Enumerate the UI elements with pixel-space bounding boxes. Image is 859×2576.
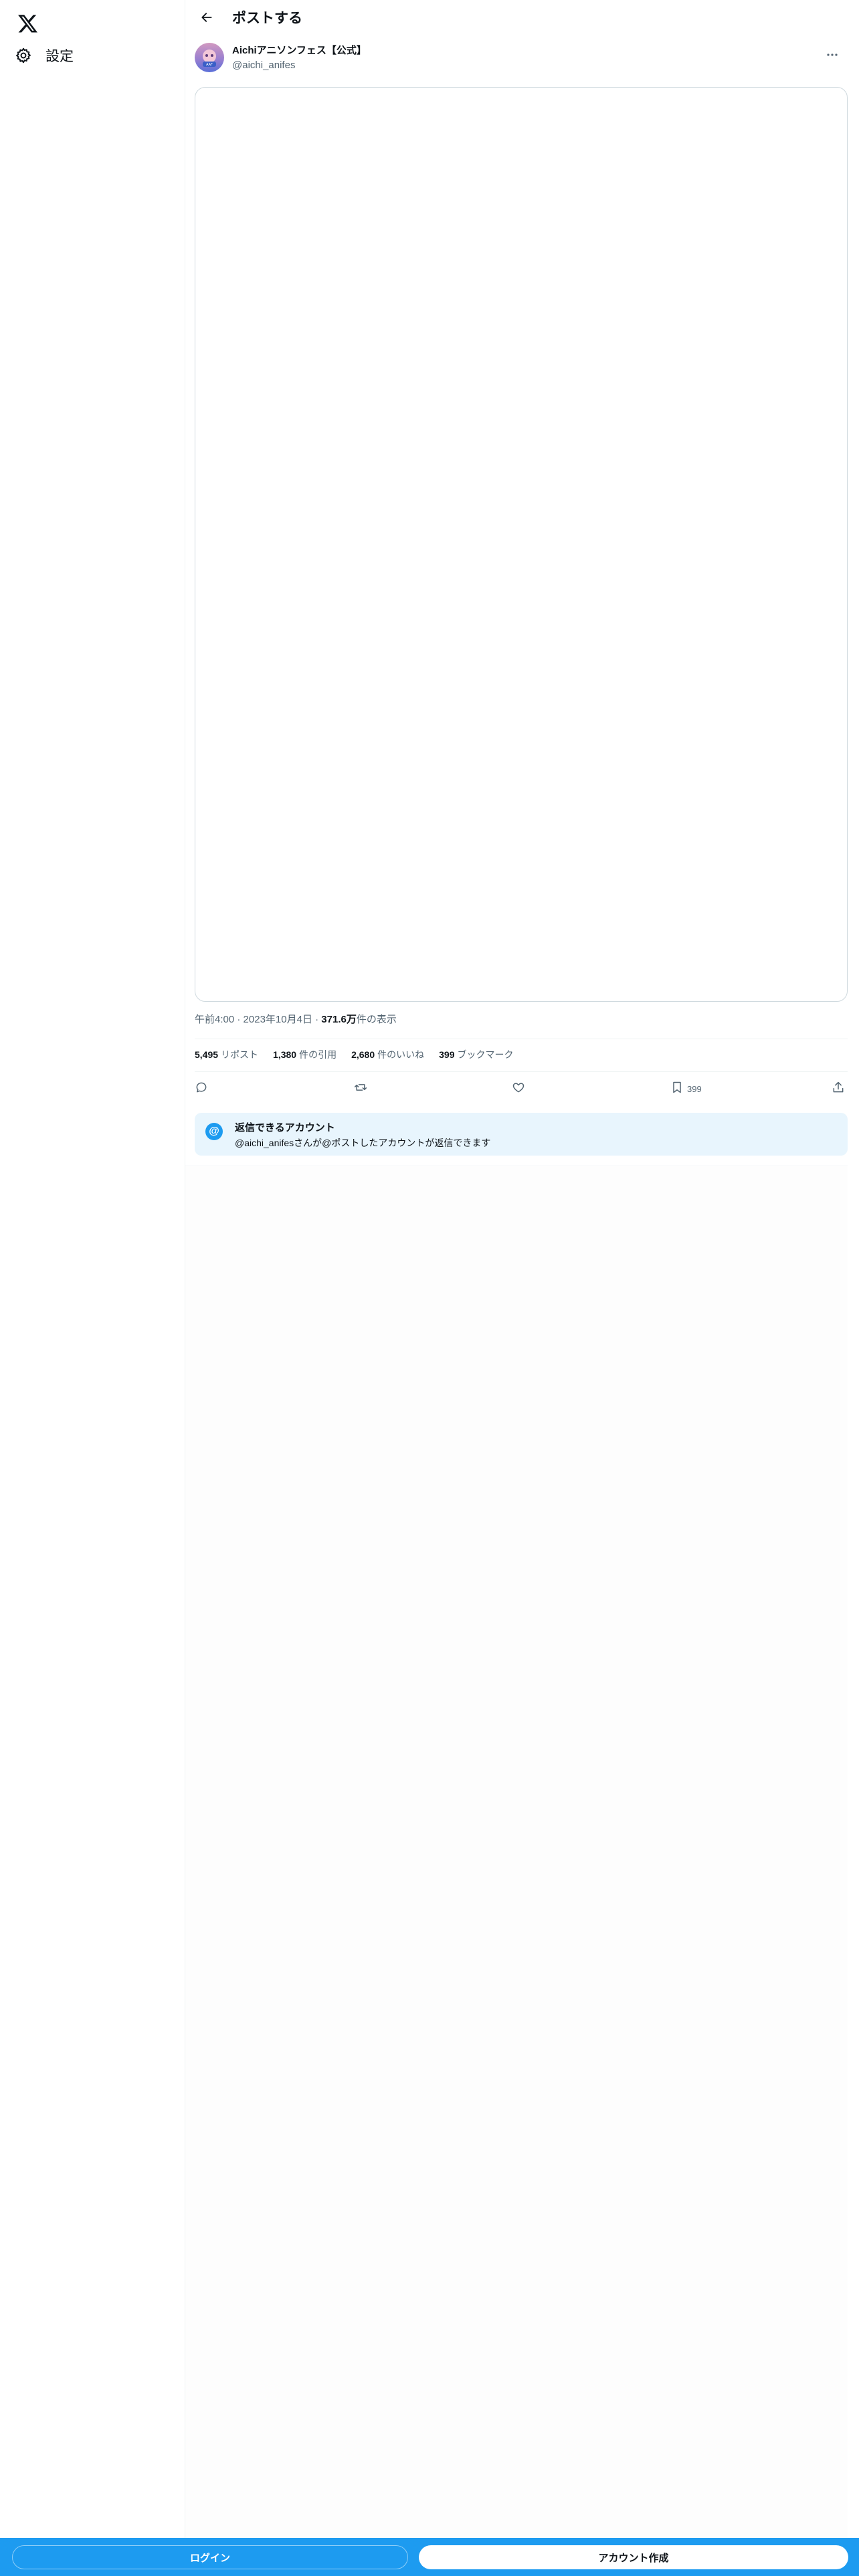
reply-icon bbox=[195, 1081, 208, 1097]
likes-label: 件のいいね bbox=[377, 1049, 425, 1060]
quotes-label: 件の引用 bbox=[299, 1049, 337, 1060]
bookmarks-count: 399 bbox=[439, 1049, 455, 1060]
divider bbox=[195, 1071, 848, 1072]
bookmark-count: 399 bbox=[687, 1083, 702, 1094]
gear-icon bbox=[13, 45, 33, 66]
bookmark-button[interactable]: 399 bbox=[671, 1078, 702, 1099]
bookmark-icon bbox=[671, 1081, 683, 1097]
post-meta: 午前4:00 · 2023年10月4日 · 371.6万件の表示 bbox=[195, 1013, 397, 1027]
reply-button[interactable] bbox=[195, 1078, 208, 1099]
reposts-stat[interactable]: 5,495 リポスト bbox=[195, 1048, 258, 1061]
more-options-button[interactable] bbox=[821, 43, 844, 66]
share-icon bbox=[832, 1081, 845, 1097]
post-author: AAF Aichiアニソンフェス【公式】 @aichi_anifes bbox=[195, 43, 844, 75]
likes-count: 2,680 bbox=[351, 1049, 375, 1060]
repost-icon bbox=[353, 1081, 368, 1097]
sidebar-item-settings[interactable]: 設定 bbox=[8, 39, 83, 72]
post-date[interactable]: 2023年10月4日 bbox=[244, 1014, 312, 1025]
avatar[interactable]: AAF bbox=[195, 43, 224, 72]
author-handle[interactable]: @aichi_anifes bbox=[232, 59, 295, 72]
login-button[interactable]: ログイン bbox=[12, 2545, 408, 2569]
empty-area bbox=[185, 1167, 848, 2538]
page-title: ポストする bbox=[232, 11, 302, 26]
like-button[interactable] bbox=[512, 1078, 525, 1099]
reply-restriction-card[interactable]: @ 返信できるアカウント @aichi_anifesさんが@ポストしたアカウント… bbox=[195, 1113, 848, 1156]
reply-restriction-title: 返信できるアカウント bbox=[235, 1122, 335, 1134]
share-button[interactable] bbox=[832, 1078, 845, 1099]
main-column: ポストする AAF Aichiアニソンフェス【公式】 @aichi_anifes… bbox=[185, 0, 848, 2576]
arrow-left-icon bbox=[200, 11, 213, 27]
quotes-stat[interactable]: 1,380 件の引用 bbox=[273, 1048, 337, 1061]
reply-restriction-description: @aichi_anifesさんが@ポストしたアカウントが返信できます bbox=[235, 1138, 491, 1148]
svg-text:AAF: AAF bbox=[206, 63, 213, 67]
back-button[interactable] bbox=[193, 5, 220, 32]
meta-separator: · bbox=[237, 1014, 241, 1025]
post-actions: 399 bbox=[195, 1078, 848, 1099]
post-time[interactable]: 午前4:00 bbox=[195, 1014, 234, 1025]
bottom-signup-bar: ログイン アカウント作成 bbox=[0, 2538, 859, 2576]
reposts-count: 5,495 bbox=[195, 1049, 219, 1060]
more-dots-icon bbox=[826, 48, 838, 60]
sidebar-item-label: 設定 bbox=[45, 49, 74, 64]
create-account-button[interactable]: アカウント作成 bbox=[419, 2545, 848, 2569]
reposts-label: リポスト bbox=[221, 1049, 259, 1060]
page-header: ポストする bbox=[185, 0, 848, 37]
views-count: 371.6万 bbox=[321, 1014, 357, 1025]
author-name[interactable]: Aichiアニソンフェス【公式】 bbox=[232, 44, 367, 58]
repost-button[interactable] bbox=[353, 1078, 368, 1099]
post-media[interactable] bbox=[195, 87, 848, 1002]
meta-separator: · bbox=[315, 1014, 319, 1025]
quotes-count: 1,380 bbox=[273, 1049, 297, 1060]
post-stats: 5,495 リポスト 1,380 件の引用 2,680 件のいいね 399 ブックマーク bbox=[195, 1048, 514, 1061]
heart-icon bbox=[512, 1081, 525, 1097]
at-sign-icon: @ bbox=[205, 1123, 223, 1140]
x-logo-icon[interactable] bbox=[11, 7, 45, 41]
views-label: 件の表示 bbox=[356, 1014, 397, 1025]
sidebar: 設定 bbox=[0, 0, 185, 2576]
likes-stat[interactable]: 2,680 件のいいね bbox=[351, 1048, 424, 1061]
bookmarks-stat[interactable]: 399 ブックマーク bbox=[439, 1048, 513, 1061]
bookmarks-label: ブックマーク bbox=[457, 1049, 514, 1060]
